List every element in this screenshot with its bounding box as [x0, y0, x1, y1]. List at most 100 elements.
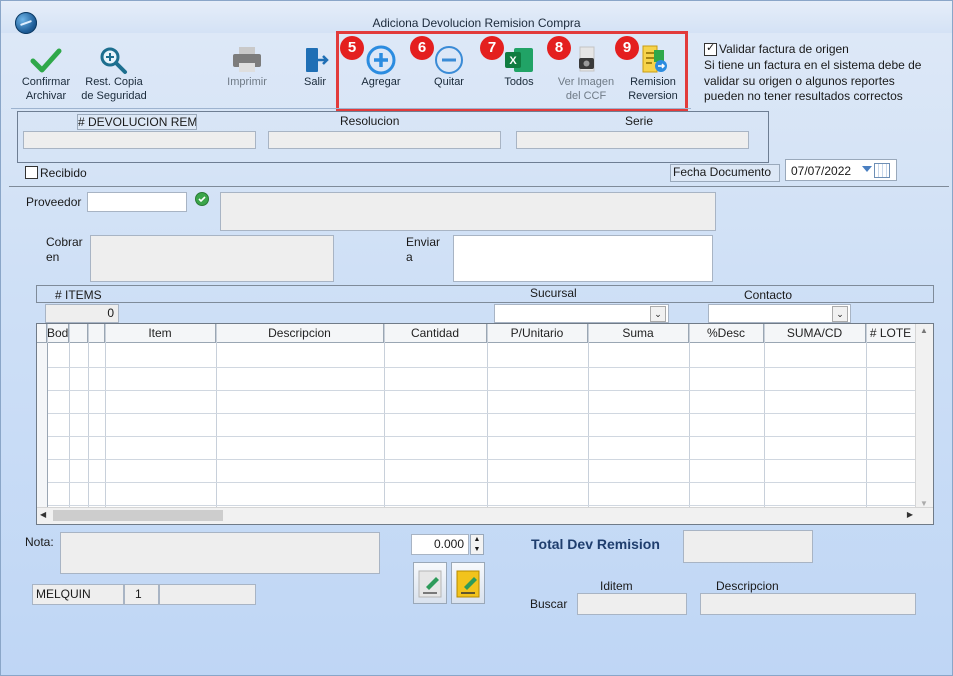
- devolucion-field[interactable]: [23, 131, 256, 149]
- rest-copia-button[interactable]: Rest. Copia de Seguridad: [79, 45, 149, 103]
- badge-5: 5: [340, 36, 364, 60]
- items-header-bar: [36, 285, 934, 303]
- excel-icon: X: [502, 45, 536, 75]
- grid-col-blank-2: [88, 324, 105, 343]
- badge-7: 7: [480, 36, 504, 60]
- dropdown-arrow-icon: [862, 166, 872, 172]
- nota-label: Nota:: [25, 535, 54, 549]
- main-window: Adiciona Devolucion Remision Compra Conf…: [0, 0, 953, 676]
- buscar-descripcion-input[interactable]: [700, 593, 916, 615]
- ver-imagen-label: Ver Imagen del CCF: [557, 76, 615, 102]
- scroll-thumb[interactable]: [53, 510, 223, 521]
- grid-col-suma[interactable]: Suma: [588, 324, 689, 343]
- title-bar: Adiciona Devolucion Remision Compra: [1, 1, 952, 34]
- document-revert-icon: [636, 45, 670, 75]
- items-count-field: 0: [45, 304, 119, 323]
- total-field: [683, 530, 813, 563]
- todos-label: Todos: [504, 76, 534, 88]
- validar-checkbox[interactable]: [704, 41, 717, 56]
- contacto-label: Contacto: [744, 288, 793, 302]
- pencil-yellow-icon: [456, 570, 480, 598]
- enviar-label-line-1: Enviar: [406, 235, 441, 249]
- buscar-iditem-input[interactable]: [577, 593, 687, 615]
- status-extra: [159, 584, 256, 605]
- proveedor-label: Proveedor: [26, 195, 82, 209]
- zoom-search-icon: [97, 45, 131, 75]
- pencil-edit-icon: [418, 570, 442, 598]
- minus-circle-icon: [432, 45, 466, 75]
- sucursal-label: Sucursal: [530, 286, 577, 300]
- grid-col-bodega[interactable]: Bodega: [47, 324, 69, 343]
- serie-field[interactable]: [516, 131, 749, 149]
- calendar-icon[interactable]: [874, 163, 890, 178]
- fecha-date-picker[interactable]: 07/07/2022: [785, 159, 897, 181]
- nota-textarea[interactable]: [60, 532, 380, 574]
- scroll-up-arrow-icon[interactable]: ▲: [920, 326, 928, 335]
- scroll-left-arrow-icon[interactable]: ◀: [40, 510, 46, 519]
- cobrar-label-line-1: Cobrar: [46, 235, 83, 249]
- confirmar-archivar-button[interactable]: Confirmar Archivar: [15, 45, 77, 103]
- contacto-select[interactable]: ⌄: [708, 304, 851, 323]
- quantity-input[interactable]: 0.000: [411, 534, 469, 555]
- proveedor-code-input[interactable]: [87, 192, 187, 212]
- sucursal-select[interactable]: ⌄: [494, 304, 669, 323]
- printer-icon: [230, 45, 264, 75]
- resolucion-field[interactable]: [268, 131, 501, 149]
- section-divider: [9, 186, 949, 187]
- contacto-dropdown-icon[interactable]: ⌄: [832, 306, 848, 322]
- grid-row-header: [37, 324, 47, 343]
- status-user: MELQUIN: [32, 584, 124, 605]
- sucursal-dropdown-icon[interactable]: ⌄: [650, 306, 666, 322]
- enviar-label-line-2: a: [406, 250, 413, 264]
- validar-note-line-2: validar su origen o algunos reportes: [704, 74, 895, 88]
- remision-label: Remision Reversion: [628, 76, 678, 102]
- resolucion-label: Resolucion: [340, 114, 400, 128]
- fecha-value: 07/07/2022: [791, 164, 852, 178]
- validar-label: Validar factura de origen: [719, 42, 849, 56]
- verify-check-icon[interactable]: [195, 192, 209, 206]
- plus-circle-icon: [364, 45, 398, 75]
- iditem-label: Iditem: [600, 579, 633, 593]
- edit-yellow-button[interactable]: [451, 562, 485, 604]
- validar-note-line-1: Si tiene un factura en el sistema debe d…: [704, 58, 922, 72]
- badge-9: 9: [615, 36, 639, 60]
- grid-vertical-scrollbar[interactable]: ▲ ▼: [915, 324, 933, 510]
- validar-note-line-3: pueden no tener resultados correctos: [704, 89, 903, 103]
- grid-col-descripcion[interactable]: Descripcion: [216, 324, 384, 343]
- imprimir-button[interactable]: Imprimir: [221, 45, 273, 89]
- status-num: 1: [124, 584, 159, 605]
- total-label: Total Dev Remision: [531, 536, 660, 552]
- grid-col-cantidad[interactable]: Cantidad: [384, 324, 487, 343]
- salir-button[interactable]: Salir: [293, 45, 337, 89]
- buscar-label: Buscar: [530, 597, 568, 611]
- quantity-spinner[interactable]: ▲ ▼: [470, 534, 484, 555]
- window-title: Adiciona Devolucion Remision Compra: [372, 16, 581, 30]
- todos-button[interactable]: X Todos: [497, 45, 541, 89]
- grid-col-desc[interactable]: %Desc: [689, 324, 764, 343]
- grid-col-item[interactable]: Item: [105, 324, 216, 343]
- cobrar-label-line-2: en: [46, 250, 60, 264]
- grid-col-blank-1: [69, 324, 88, 343]
- camera-document-icon: [569, 45, 603, 75]
- recibido-checkbox[interactable]: [25, 166, 38, 179]
- grid-horizontal-scrollbar[interactable]: ◀ ▶: [37, 507, 933, 524]
- edit-note-button[interactable]: [413, 562, 447, 604]
- grid-col-lote[interactable]: # LOTE: [866, 324, 916, 343]
- scroll-right-arrow-icon[interactable]: ▶: [907, 510, 913, 519]
- exit-door-icon: [298, 45, 332, 75]
- devolucion-label: # DEVOLUCION REMISION: [77, 114, 197, 130]
- items-label: # ITEMS: [55, 288, 102, 302]
- cobrar-field[interactable]: [90, 235, 334, 282]
- grid-col-punitario[interactable]: P/Unitario: [487, 324, 588, 343]
- imprimir-label: Imprimir: [227, 76, 267, 88]
- quitar-label: Quitar: [434, 76, 464, 88]
- enviar-textarea[interactable]: [453, 235, 713, 282]
- rest-copia-label: Rest. Copia de Seguridad: [81, 76, 147, 102]
- descripcion-search-label: Descripcion: [716, 579, 779, 593]
- serie-label: Serie: [625, 114, 654, 128]
- svg-text:X: X: [509, 55, 517, 67]
- items-grid[interactable]: Bodega Item Descripcion Cantidad P/Unita…: [36, 323, 934, 525]
- badge-8: 8: [547, 36, 571, 60]
- agregar-label: Agregar: [361, 76, 401, 88]
- grid-col-sumacd[interactable]: SUMA/CD: [764, 324, 866, 343]
